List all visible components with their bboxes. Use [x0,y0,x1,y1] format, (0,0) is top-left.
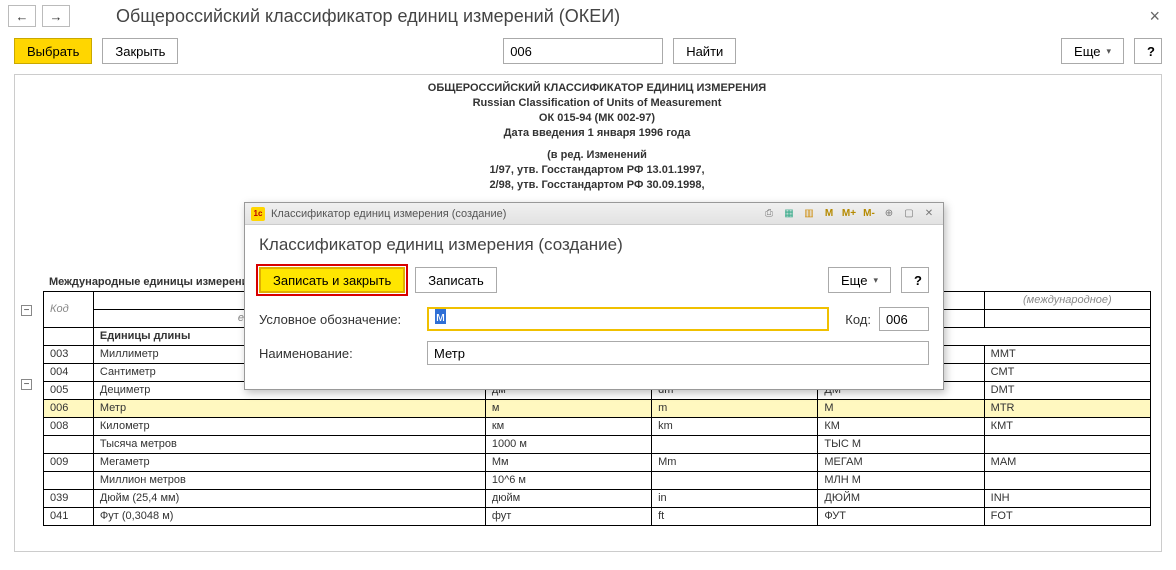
doc-header-l1: ОБЩЕРОССИЙСКИЙ КЛАССИФИКАТОР ЕДИНИЦ ИЗМЕ… [43,81,1151,96]
page-title: Общероссийский классификатор единиц изме… [116,6,620,27]
col-header-intl2: (международное) [984,291,1150,309]
close-button[interactable]: Закрыть [102,38,178,64]
save-button[interactable]: Записать [415,267,497,293]
dialog-heading: Классификатор единиц измерения (создание… [259,235,929,255]
symbol-label: Условное обозначение: [259,312,419,327]
more-label: Еще [1074,44,1100,59]
doc-header-l6: 1/97, утв. Госстандартом РФ 13.01.1997, [43,163,1151,178]
select-button[interactable]: Выбрать [14,38,92,64]
tree-collapse-toggle[interactable]: − [21,379,32,390]
dialog-title: Классификатор единиц измерения (создание… [271,208,506,220]
doc-header-l7: 2/98, утв. Госстандартом РФ 30.09.1998, [43,178,1151,193]
window-close-button[interactable]: × [1141,6,1168,27]
dialog-close-icon[interactable]: ✕ [921,206,937,222]
maximize-icon[interactable]: ▢ [901,206,917,222]
calendar-icon[interactable]: ▥ [801,206,817,222]
tree-collapse-toggle[interactable]: − [21,305,32,316]
zoom-icon[interactable]: ⊕ [881,206,897,222]
document-header: ОБЩЕРОССИЙСКИЙ КЛАССИФИКАТОР ЕДИНИЦ ИЗМЕ… [43,81,1151,193]
table-row[interactable]: 041Фут (0,3048 м)футftФУТFOT [44,507,1151,525]
table-row[interactable]: 009МегаметрМмMmМЕГАММАМ [44,453,1151,471]
memory-mplus-button[interactable]: M+ [841,206,857,222]
dialog-more-label: Еще [841,273,867,288]
name-field[interactable] [427,341,929,365]
table-row[interactable]: 006МетрмmМMTR [44,399,1151,417]
find-button[interactable]: Найти [673,38,736,64]
doc-header-l5: (в ред. Изменений [43,148,1151,163]
table-row[interactable]: Миллион метров10^6 мМЛН М [44,471,1151,489]
doc-header-l3: ОК 015-94 (МК 002-97) [43,111,1151,126]
create-unit-dialog: 1c Классификатор единиц измерения (созда… [244,202,944,390]
doc-header-l4: Дата введения 1 января 1996 года [43,126,1151,141]
code-field[interactable] [879,307,929,331]
table-icon[interactable]: ▦ [781,206,797,222]
doc-header-l2: Russian Classification of Units of Measu… [43,96,1151,111]
app-1c-icon: 1c [251,207,265,221]
nav-back-button[interactable]: ← [8,5,36,27]
code-label: Код: [845,312,871,327]
table-row[interactable]: 008КилометркмkmКМКМТ [44,417,1151,435]
symbol-field[interactable]: м [427,307,829,331]
col-header-code: Код [44,291,94,327]
nav-forward-button[interactable]: → [42,5,70,27]
memory-mminus-button[interactable]: M- [861,206,877,222]
name-label: Наименование: [259,346,419,361]
help-button[interactable]: ? [1134,38,1162,64]
dialog-help-button[interactable]: ? [901,267,929,293]
chevron-down-icon: ▾ [1106,46,1111,57]
table-row[interactable]: 039Дюйм (25,4 мм)дюймinДЮЙМINH [44,489,1151,507]
dialog-more-button[interactable]: Еще ▾ [828,267,891,293]
print-icon[interactable]: ⎙ [761,206,777,222]
more-button[interactable]: Еще ▾ [1061,38,1124,64]
table-row[interactable]: Тысяча метров1000 мТЫС М [44,435,1151,453]
memory-m-button[interactable]: M [821,206,837,222]
save-and-close-button[interactable]: Записать и закрыть [259,267,405,293]
symbol-value: м [435,309,446,324]
search-input[interactable] [503,38,663,64]
chevron-down-icon: ▾ [873,275,878,286]
